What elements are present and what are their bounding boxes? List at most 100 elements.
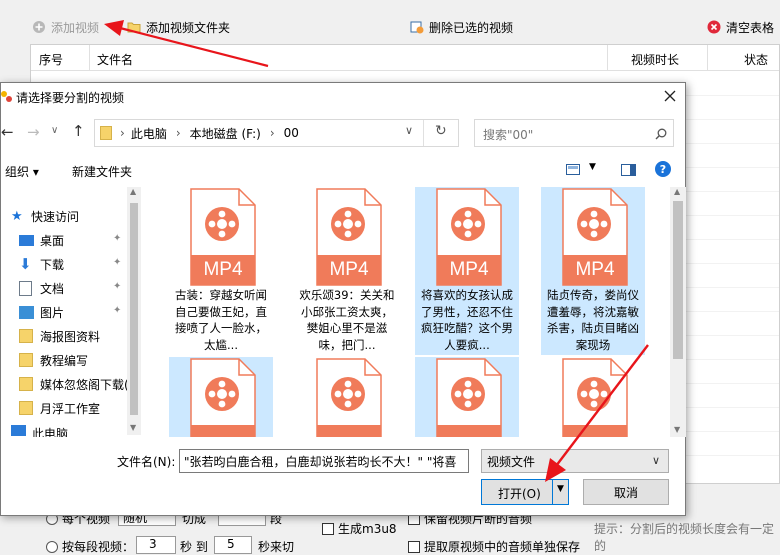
scroll-down-icon[interactable]: ▼ xyxy=(674,425,680,434)
file-tile[interactable]: MP4 古装：穿越女听闻自己要做王妃，直接喷了人一脸水，太尴... xyxy=(169,187,273,355)
back-icon[interactable]: ← xyxy=(1,123,14,141)
filetype-select[interactable]: 视频文件 ∨ xyxy=(481,449,669,473)
radio-icon xyxy=(46,540,58,553)
breadcrumb-item[interactable]: 此电脑 xyxy=(131,125,167,142)
cancel-button[interactable]: 取消 xyxy=(583,479,669,505)
file-caption: 陆贞传奇，娄尚仪遭羞辱，将沈嘉敏杀害，陆贞目睹凶案现场 xyxy=(547,288,639,352)
file-caption: 古装：穿越女听闻自己要做王妃，直接喷了人一脸水，太尴... xyxy=(175,288,267,352)
file-tile[interactable] xyxy=(541,357,645,437)
chk-extract-label: 提取原视频中的音频单独保存 xyxy=(424,540,581,554)
file-tile[interactable]: MP4 欢乐颂39：关关和小邱张工资太爽，樊姐心里不是滋味，把门... xyxy=(295,187,399,355)
help-icon[interactable]: ? xyxy=(655,161,671,177)
nav-item-quick-access[interactable]: ★ 快速访问 xyxy=(11,205,139,227)
file-tile[interactable]: MP4 将喜欢的女孩认成了男性，还忍不住疯狂吃醋？这个男人要疯... xyxy=(415,187,519,355)
folder-plus-icon xyxy=(127,22,141,33)
picture-icon xyxy=(19,305,34,319)
seg-from-input[interactable]: 3 xyxy=(136,536,176,554)
add-video-button[interactable]: 添加视频 xyxy=(32,16,99,38)
organize-button[interactable]: 组织 ▾ xyxy=(5,163,39,180)
address-row: ← → ∨ ↑ › 此电脑 › 本地磁盘 (F:) › 00 ∨ ↻ 搜索"00… xyxy=(1,117,685,149)
search-box[interactable]: 搜索"00" xyxy=(474,119,674,147)
star-icon: ★ xyxy=(11,208,23,224)
delete-selected-button[interactable]: 删除已选的视频 xyxy=(410,16,513,38)
mp4-file-icon xyxy=(190,358,256,437)
scrollbar-thumb[interactable] xyxy=(130,203,138,415)
file-list[interactable]: MP4 古装：穿越女听闻自己要做王妃，直接喷了人一脸水，太尴... MP4 欢乐颂39… xyxy=(143,187,670,437)
nav-scrollbar[interactable]: ▲ ▼ xyxy=(127,187,141,435)
new-folder-button[interactable]: 新建文件夹 xyxy=(72,163,132,180)
file-list-scrollbar[interactable]: ▲ ▼ xyxy=(670,187,686,437)
clear-icon xyxy=(707,20,721,34)
nav-item-label: 媒体忽悠阁下载( xyxy=(40,377,129,392)
breadcrumb-item[interactable]: 本地磁盘 (F:) xyxy=(190,125,261,142)
checkbox-icon xyxy=(322,522,334,535)
address-dropdown-icon[interactable]: ∨ xyxy=(405,124,413,137)
opt-by-segment[interactable]: 按每段视频： xyxy=(46,538,134,555)
file-tile[interactable] xyxy=(415,357,519,437)
chk-extract-audio[interactable]: 提取原视频中的音频单独保存 xyxy=(408,538,580,555)
plus-circle-icon xyxy=(33,21,45,33)
chevron-down-icon[interactable]: ∨ xyxy=(51,125,58,136)
file-type-badge xyxy=(437,427,501,437)
refresh-icon[interactable]: ↻ xyxy=(435,123,447,139)
scroll-up-icon[interactable]: ▲ xyxy=(674,187,680,196)
dialog-titlebar: 请选择要分割的视频 xyxy=(1,83,685,111)
chk-m3u8-label: 生成m3u8 xyxy=(338,522,397,536)
folder-icon xyxy=(19,329,33,343)
add-folder-button[interactable]: 添加视频文件夹 xyxy=(127,16,230,38)
col-index: 序号 xyxy=(39,53,64,67)
table-header: 序号 文件名 视频时长 状态 xyxy=(31,45,779,71)
scroll-down-icon[interactable]: ▼ xyxy=(130,423,136,432)
preview-pane-icon[interactable] xyxy=(621,164,636,176)
open-button[interactable]: 打开(O) ▼ xyxy=(481,479,569,505)
chk-m3u8[interactable]: 生成m3u8 xyxy=(322,520,397,537)
up-icon[interactable]: ↑ xyxy=(72,122,85,140)
chevron-down-icon: ∨ xyxy=(652,454,661,467)
file-type-badge: MP4 xyxy=(449,259,489,280)
open-file-dialog: 请选择要分割的视频 ← → ∨ ↑ › 此电脑 › 本地磁盘 (F:) › 00… xyxy=(0,82,686,516)
close-icon[interactable] xyxy=(664,90,676,102)
search-icon[interactable] xyxy=(655,128,667,140)
navigation-pane[interactable]: ★ 快速访问 桌面 ⬇ 下载 文档 图片 海报图资料 教程编写 媒体忽悠阁下载(… xyxy=(1,187,139,437)
main-toolbar: 添加视频 添加视频文件夹 删除已选的视频 清空表格 xyxy=(0,12,780,42)
add-folder-label: 添加视频文件夹 xyxy=(146,20,231,35)
file-type-badge: MP4 xyxy=(575,259,615,280)
delete-video-icon xyxy=(410,21,424,34)
seg-to-input[interactable]: 5 xyxy=(214,536,252,554)
lbl-sec-to: 秒 到 xyxy=(180,540,208,554)
folder-icon xyxy=(19,401,33,415)
search-input[interactable]: 搜索"00" xyxy=(483,126,533,143)
file-type-badge xyxy=(317,427,381,437)
folder-icon xyxy=(100,126,112,140)
pin-icon: ✦ xyxy=(113,305,122,316)
add-video-label: 添加视频 xyxy=(51,20,100,35)
breadcrumb-item[interactable]: 00 xyxy=(284,126,299,140)
forward-icon[interactable]: → xyxy=(27,123,40,141)
open-dropdown-icon[interactable]: ▼ xyxy=(557,484,564,494)
view-dropdown-icon[interactable]: ▼ xyxy=(589,162,596,172)
nav-item-label: 海报图资料 xyxy=(40,329,101,344)
view-icon[interactable] xyxy=(566,164,580,175)
clear-table-button[interactable]: 清空表格 xyxy=(707,16,774,38)
file-type-badge: MP4 xyxy=(329,259,369,280)
opt-by-segment-label: 按每段视频： xyxy=(62,540,135,554)
mp4-file-icon xyxy=(316,358,382,437)
breadcrumb-sep-icon: › xyxy=(175,126,181,140)
file-tile[interactable]: MP4 陆贞传奇，娄尚仪遭羞辱，将沈嘉敏杀害，陆贞目睹凶案现场 xyxy=(541,187,645,355)
file-tile[interactable] xyxy=(295,357,399,437)
nav-item-this-pc[interactable]: 此电脑 xyxy=(11,425,139,437)
file-type-badge: MP4 xyxy=(203,259,243,280)
scroll-up-icon[interactable]: ▲ xyxy=(130,187,136,196)
breadcrumb-sep-icon: › xyxy=(120,126,125,140)
col-filename: 文件名 xyxy=(97,53,134,67)
address-bar[interactable]: › 此电脑 › 本地磁盘 (F:) › 00 ∨ ↻ xyxy=(94,119,459,147)
app-icon xyxy=(1,91,12,102)
filename-input[interactable]: "张若昀白鹿合租，白鹿却说张若昀长不大！" "将喜 xyxy=(179,449,469,473)
breadcrumb-sep-icon: › xyxy=(269,126,275,140)
lbl-sec-unit: 秒来切 xyxy=(258,540,295,554)
col-duration: 视频时长 xyxy=(631,53,680,67)
file-type-badge xyxy=(563,427,627,437)
folder-icon xyxy=(19,377,33,391)
scrollbar-thumb[interactable] xyxy=(673,201,683,359)
file-tile[interactable] xyxy=(169,357,273,437)
